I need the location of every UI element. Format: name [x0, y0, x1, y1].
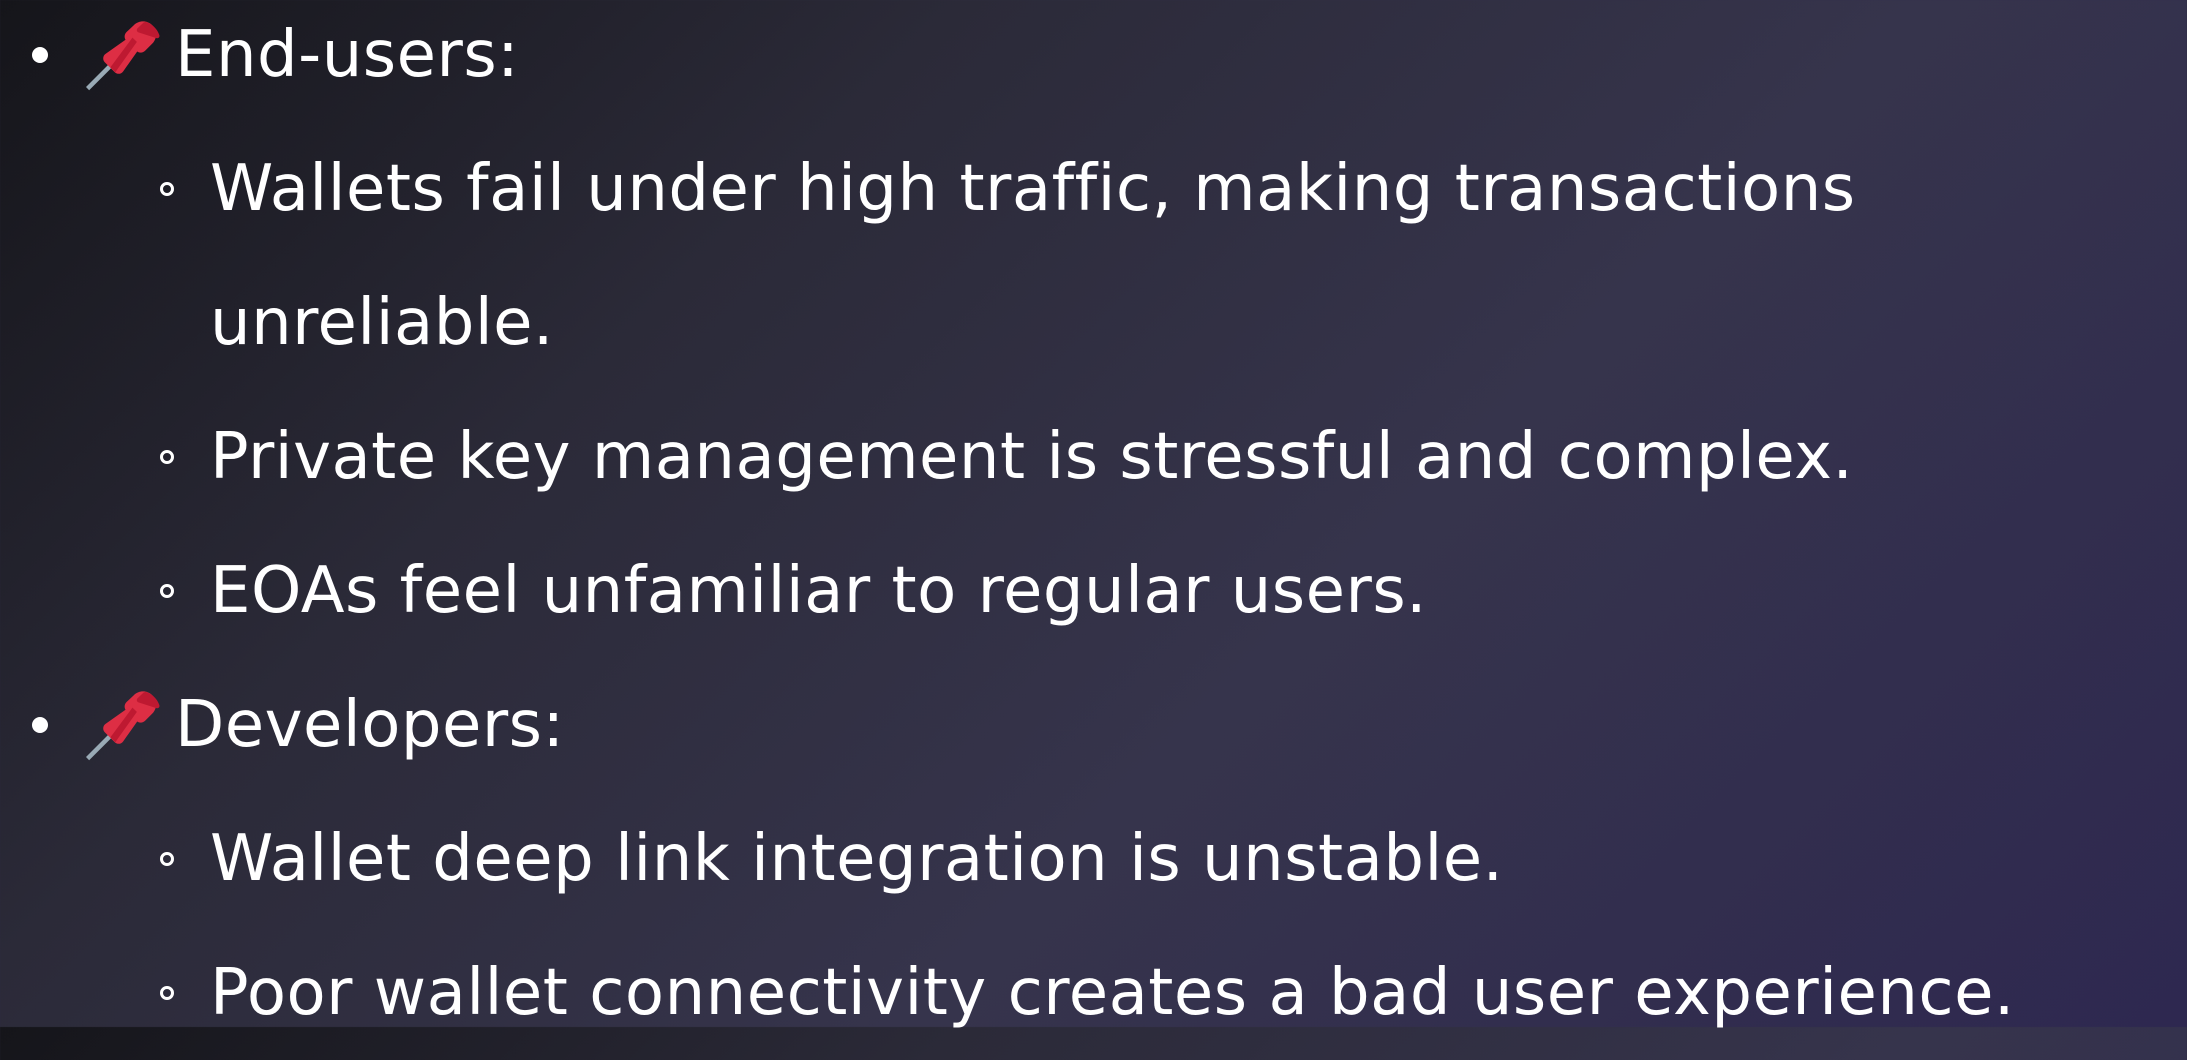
sub-bullet-circle	[160, 986, 174, 1000]
sub-item-text: Wallets fail under high traffic, making …	[210, 152, 1856, 226]
sub-item-text-continuation: unreliable.	[210, 286, 554, 360]
heading-end-users: End-users:	[175, 18, 520, 92]
sub-item-text: Wallet deep link integration is unstable…	[210, 822, 1504, 896]
sub-item-text: EOAs feel unfamiliar to regular users.	[210, 554, 1427, 628]
sub-item-text: Private key management is stressful and …	[210, 420, 1854, 494]
pushpin-icon	[86, 691, 160, 761]
sub-bullet-circle	[160, 852, 174, 866]
slide: End-users: Wallets fail under high traff…	[0, 0, 2187, 1030]
sub-item-text: Poor wallet connectivity creates a bad u…	[210, 956, 2015, 1030]
heading-developers: Developers:	[175, 688, 565, 762]
bullet-dot	[32, 717, 48, 733]
sub-bullet-circle	[160, 584, 174, 598]
sub-bullet-circle	[160, 450, 174, 464]
sub-bullet-circle	[160, 182, 174, 196]
bullet-dot	[32, 47, 48, 63]
pushpin-icon	[86, 21, 160, 91]
